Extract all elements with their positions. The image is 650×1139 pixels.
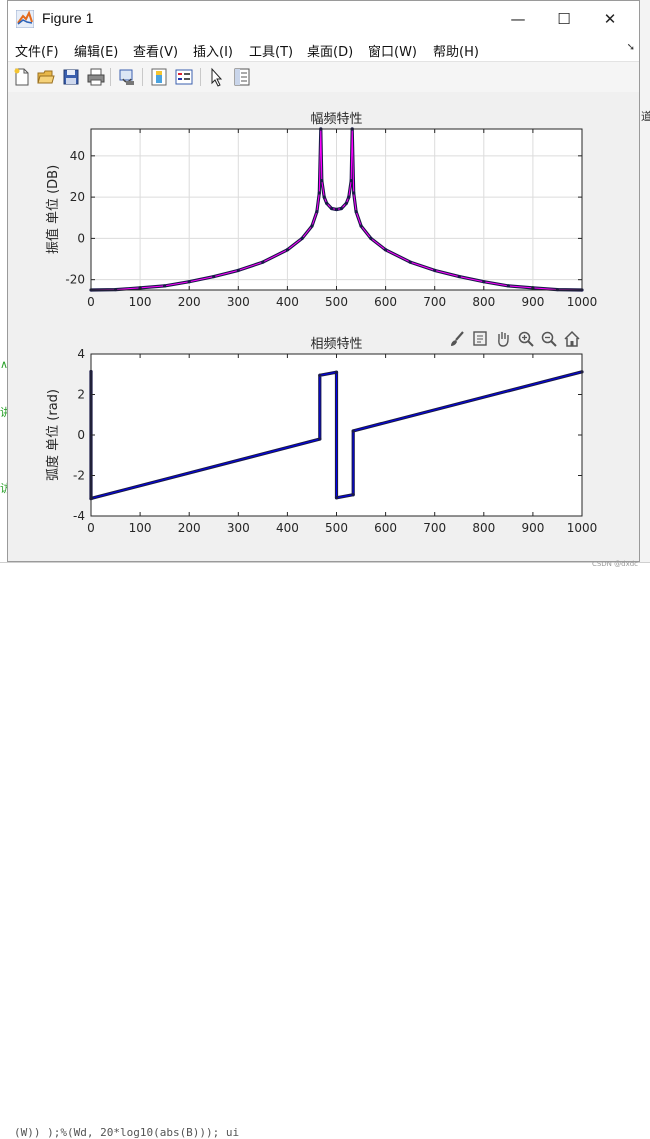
menu-desktop[interactable]: 桌面(D) — [307, 41, 353, 60]
figure-toolbar — [8, 61, 639, 93]
menu-expand-icon[interactable]: ➘ — [627, 42, 635, 53]
menu-insert[interactable]: 插入(I) — [193, 41, 233, 60]
zoom-out-icon[interactable] — [540, 330, 558, 348]
close-button[interactable]: ✕ — [587, 1, 633, 37]
title-bar[interactable]: Figure 1 — ☐ ✕ — [8, 1, 639, 37]
toolbar-separator — [142, 68, 143, 86]
background-right-strip: 道 — [640, 0, 650, 576]
toolbar-separator — [110, 68, 111, 86]
menu-edit[interactable]: 编辑(E) — [74, 41, 118, 60]
menu-file[interactable]: 文件(F) — [15, 41, 59, 60]
menu-help[interactable]: 帮助(H) — [433, 41, 479, 60]
link-plot-icon[interactable] — [117, 67, 137, 87]
menu-view[interactable]: 查看(V) — [133, 41, 178, 60]
matlab-logo-icon — [16, 10, 34, 28]
window-title: Figure 1 — [42, 10, 94, 26]
insert-colorbar-icon[interactable] — [149, 67, 169, 87]
menu-window[interactable]: 窗口(W) — [368, 41, 417, 60]
editor-glyph: 道 — [641, 110, 650, 123]
brush-icon[interactable] — [448, 330, 466, 348]
toolbar-separator — [200, 68, 201, 86]
figure-canvas — [8, 92, 639, 561]
new-figure-icon[interactable] — [12, 67, 32, 87]
print-icon[interactable] — [86, 67, 106, 87]
background-editor-bottom: (W)) );%(Wd, 20*log10(abs(B))); ui — [0, 562, 650, 1139]
home-icon[interactable] — [563, 330, 581, 348]
code-line: (W)) );%(Wd, 20*log10(abs(B))); ui — [14, 1126, 240, 1139]
data-tips-icon[interactable] — [471, 330, 489, 348]
insert-legend-icon[interactable] — [174, 67, 194, 87]
figure-window: Figure 1 — ☐ ✕ 文件(F) 编辑(E) 查看(V) 插入(I) 工… — [7, 0, 640, 562]
open-file-icon[interactable] — [36, 67, 56, 87]
menu-bar: 文件(F) 编辑(E) 查看(V) 插入(I) 工具(T) 桌面(D) 窗口(W… — [8, 37, 639, 61]
menu-tools[interactable]: 工具(T) — [249, 41, 293, 60]
zoom-in-icon[interactable] — [517, 330, 535, 348]
property-inspector-icon[interactable] — [232, 67, 252, 87]
edit-plot-icon[interactable] — [207, 67, 227, 87]
save-icon[interactable] — [61, 67, 81, 87]
pan-icon[interactable] — [494, 330, 512, 348]
minimize-button[interactable]: — — [495, 1, 541, 37]
watermark: CSDN @dxdc — [591, 560, 638, 568]
maximize-button[interactable]: ☐ — [541, 1, 587, 37]
